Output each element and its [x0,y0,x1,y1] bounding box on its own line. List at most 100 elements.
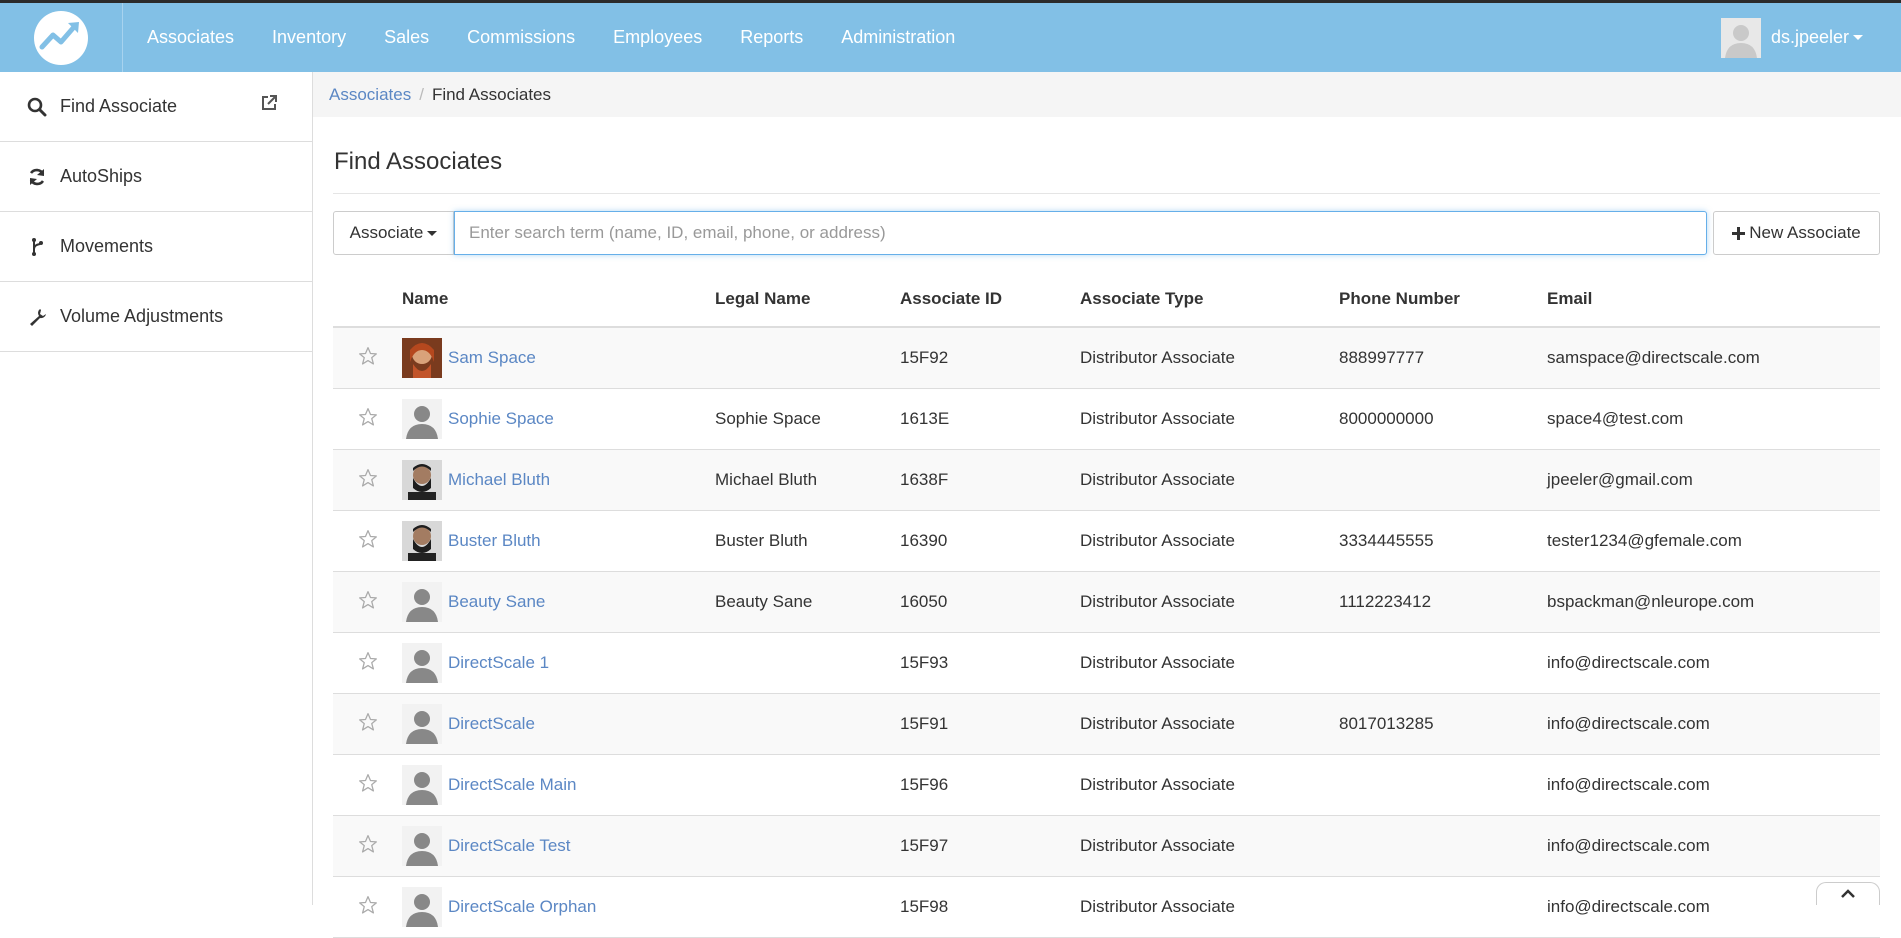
star-icon[interactable] [358,773,378,798]
table-row[interactable]: Michael Bluth Michael Bluth 1638F Distribut… [333,449,1880,511]
plus-icon [1732,226,1746,240]
wrench-icon [26,306,48,328]
associate-id-cell: 15F97 [900,815,1080,877]
nav-employees[interactable]: Employees [594,27,721,48]
associate-name-link[interactable]: Sam Space [448,348,536,368]
column-header-associate-type[interactable]: Associate Type [1080,272,1339,328]
chevron-down-icon [427,230,438,236]
name-cell: DirectScale [402,693,715,755]
favorite-cell [333,327,402,389]
name-cell: DirectScale Test [402,815,715,877]
sidebar-item-label: Find Associate [60,96,178,116]
associate-name-link[interactable]: DirectScale [448,714,535,734]
star-icon[interactable] [358,895,378,920]
table-row[interactable]: DirectScale Main 15F96 Distributor Associa… [333,754,1880,816]
sidebar-item-label: Volume Adjustments [60,306,224,326]
external-link-icon[interactable] [260,94,278,117]
nav-reports[interactable]: Reports [721,27,822,48]
nav-inventory[interactable]: Inventory [253,27,365,48]
name-cell: Buster Bluth [402,510,715,572]
breadcrumb-separator: / [419,84,424,104]
table-row[interactable]: Sam Space 15F92 Distributor Associate 88899… [333,327,1880,389]
star-icon[interactable] [358,407,378,432]
phone-cell: 888997777 [1339,327,1547,389]
column-header-email[interactable]: Email [1547,272,1880,328]
email-cell: info@directscale.com [1547,693,1880,755]
table-row[interactable]: DirectScale Orphan 15F98 Distributor Assoc… [333,876,1880,938]
favorite-cell [333,388,402,450]
email-cell: tester1234@gfemale.com [1547,510,1880,572]
column-header-phone[interactable]: Phone Number [1339,272,1547,328]
table-header-row: Name Legal Name Associate ID Associate T… [333,272,1880,328]
email-cell: info@directscale.com [1547,632,1880,694]
name-cell: DirectScale 1 [402,632,715,694]
associate-name-link[interactable]: DirectScale 1 [448,653,549,673]
associate-name-link[interactable]: Sophie Space [448,409,554,429]
associate-id-cell: 1613E [900,388,1080,450]
phone-cell: 8000000000 [1339,388,1547,450]
associate-type-cell: Distributor Associate [1080,510,1339,572]
chevron-down-icon [1853,35,1863,40]
column-header-associate-id[interactable]: Associate ID [900,272,1080,328]
sidebar-item-autoships[interactable]: AutoShips [0,142,312,212]
table-row[interactable]: Buster Bluth Buster Bluth 16390 Distributor… [333,510,1880,572]
star-icon[interactable] [358,712,378,737]
star-icon[interactable] [358,529,378,554]
star-icon[interactable] [358,468,378,493]
email-cell: samspace@directscale.com [1547,327,1880,389]
legal-name-cell: Sophie Space [715,388,900,450]
sidebar-item-label: AutoShips [60,166,143,186]
email-cell: info@directscale.com [1547,754,1880,816]
associate-name-link[interactable]: DirectScale Main [448,775,577,795]
sidebar-item-volume-adjustments[interactable]: Volume Adjustments [0,282,312,352]
associate-type-cell: Distributor Associate [1080,754,1339,816]
column-header-name[interactable]: Name [402,272,715,328]
table-row[interactable]: DirectScale 1 15F93 Distributor Associate i… [333,632,1880,694]
associate-type-cell: Distributor Associate [1080,815,1339,877]
nav-sales[interactable]: Sales [365,27,448,48]
sidebar-item-movements[interactable]: Movements [0,212,312,282]
phone-cell: 8017013285 [1339,693,1547,755]
nav-administration[interactable]: Administration [822,27,974,48]
associate-id-cell: 15F93 [900,632,1080,694]
search-input[interactable] [454,211,1707,255]
new-associate-button[interactable]: New Associate [1713,211,1880,255]
associate-type-cell: Distributor Associate [1080,449,1339,511]
star-icon[interactable] [358,651,378,676]
associate-name-link[interactable]: Beauty Sane [448,592,545,612]
table-row[interactable]: DirectScale 15F91 Distributor Associate 801… [333,693,1880,755]
star-icon[interactable] [358,590,378,615]
phone-cell [1339,632,1547,694]
name-cell: DirectScale Main [402,754,715,816]
table-row[interactable]: Sophie Space Sophie Space 1613E Distributor… [333,388,1880,450]
scroll-to-top-button[interactable] [1816,882,1880,905]
associate-name-link[interactable]: Buster Bluth [448,531,541,551]
avatar [402,521,442,561]
favorite-cell [333,510,402,572]
nav-commissions[interactable]: Commissions [448,27,594,48]
column-header-legal-name[interactable]: Legal Name [715,272,900,328]
nav-associates[interactable]: Associates [128,27,253,48]
search-type-dropdown[interactable]: Associate [333,211,454,255]
avatar [402,338,442,378]
associate-type-cell: Distributor Associate [1080,571,1339,633]
name-cell: DirectScale Orphan [402,876,715,938]
associate-name-link[interactable]: DirectScale Orphan [448,897,596,917]
associate-name-link[interactable]: Michael Bluth [448,470,550,490]
favorite-cell [333,571,402,633]
associate-id-cell: 16390 [900,510,1080,572]
favorite-cell [333,815,402,877]
name-cell: Beauty Sane [402,571,715,633]
table-row[interactable]: DirectScale Test 15F97 Distributor Associa… [333,815,1880,877]
sidebar: Find Associate AutoShips Movements Volum… [0,72,313,905]
logo[interactable] [0,3,123,72]
user-menu[interactable]: ds.jpeeler [1720,3,1863,72]
legal-name-cell [715,815,900,877]
table-row[interactable]: Beauty Sane Beauty Sane 16050 Distributor A… [333,571,1880,633]
associate-name-link[interactable]: DirectScale Test [448,836,571,856]
star-icon[interactable] [358,834,378,859]
associate-type-cell: Distributor Associate [1080,632,1339,694]
breadcrumb-associates-link[interactable]: Associates [329,85,411,105]
sidebar-item-find-associate[interactable]: Find Associate [0,72,312,142]
star-icon[interactable] [358,346,378,371]
